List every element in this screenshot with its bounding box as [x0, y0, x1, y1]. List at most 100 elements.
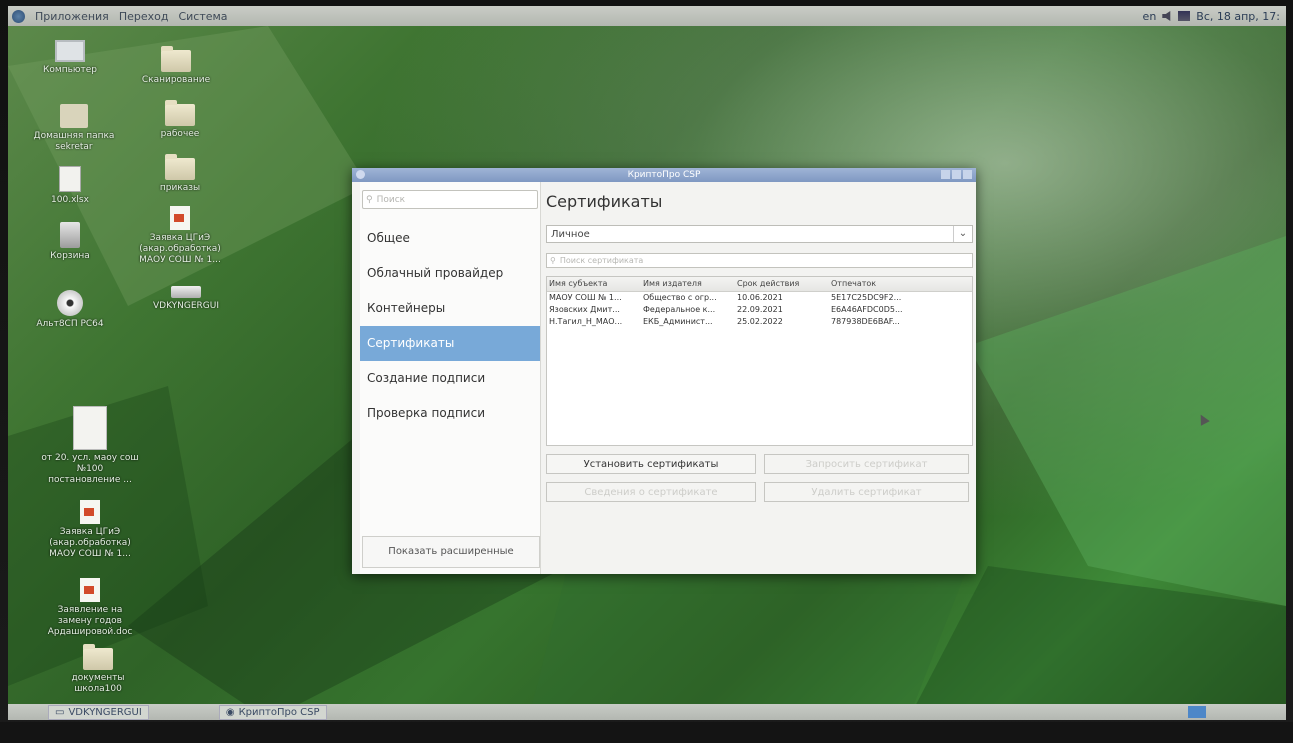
workspace-switcher-icon[interactable]	[1188, 706, 1206, 718]
drive-icon: ▭	[55, 706, 65, 718]
drive-icon	[171, 286, 201, 298]
desktop-icon-label: VDKYNGERGUI	[152, 301, 220, 311]
column-header-issuer[interactable]: Имя издателя	[641, 277, 735, 291]
menu-places[interactable]: Переход	[119, 10, 169, 23]
show-advanced-button[interactable]: Показать расширенные	[362, 536, 540, 568]
sidebar-item-create-signature[interactable]: Создание подписи	[360, 361, 540, 396]
desktop-icon-home[interactable]: Домашняя папка sekretar	[24, 104, 124, 153]
disc-icon	[57, 290, 83, 316]
cell-validity: 10.06.2021	[737, 293, 783, 302]
chevron-down-icon[interactable]: ⌄	[953, 226, 972, 242]
desktop-icon-label: Альт8СП РС64	[36, 319, 104, 329]
document-icon	[80, 578, 100, 602]
cell-thumbprint: 787938DE6BAF...	[831, 317, 900, 326]
cell-thumbprint: E6A46AFDC0D5...	[831, 305, 903, 314]
taskbar-item-label: VDKYNGERGUI	[68, 706, 142, 718]
taskbar: ▭ VDKYNGERGUI ◉ КриптоПро CSP	[8, 704, 1286, 720]
sidebar-search-placeholder: Поиск	[376, 194, 406, 205]
desktop-icon-alt-disc[interactable]: Альт8СП РС64	[20, 290, 120, 330]
document-icon	[73, 406, 107, 450]
column-header-subject[interactable]: Имя субъекта	[547, 277, 641, 291]
desktop-icon-label: документы школа100	[71, 673, 125, 694]
sidebar: ⚲ Поиск Общее Облачный провайдер Контейн…	[360, 182, 541, 574]
table-row[interactable]: Язовских Дмит... Федеральное к... 22.09.…	[547, 304, 972, 316]
monitor-chin	[0, 722, 1293, 743]
desktop-icon-label: Заявка ЦГиЭ (акар.обработка) МАОУ СОШ № …	[49, 527, 131, 559]
desktop-icon-drive[interactable]: VDKYNGERGUI	[136, 286, 236, 312]
desktop-screen: Приложения Переход Система en Вс, 18 апр…	[8, 6, 1286, 720]
sidebar-item-certificates[interactable]: Сертификаты	[360, 326, 540, 361]
desktop-icon-request-2[interactable]: Заявка ЦГиЭ (акар.обработка) МАОУ СОШ № …	[40, 500, 140, 560]
desktop-icon-decree[interactable]: от 20. усл. маоу сош №100 постановление …	[40, 406, 140, 486]
delete-certificate-button[interactable]: Удалить сертификат	[764, 482, 969, 502]
desktop-icon-trash[interactable]: Корзина	[20, 222, 120, 262]
taskbar-item-cryptopro[interactable]: ◉ КриптоПро CSP	[218, 704, 327, 720]
desktop-icon-label: Сканирование	[141, 75, 211, 85]
taskbar-item-drive[interactable]: ▭ VDKYNGERGUI	[48, 704, 149, 720]
cryptopro-window: КриптоПро CSP ⚲ Поиск Общее Облачный про…	[352, 168, 1210, 574]
cell-validity: 22.09.2021	[737, 305, 783, 314]
table-row[interactable]: МАОУ СОШ № 1... Общество с огр... 10.06.…	[547, 292, 972, 304]
sidebar-search-input[interactable]: ⚲ Поиск	[362, 190, 538, 209]
menu-system[interactable]: Система	[178, 10, 227, 23]
view-certificate-button[interactable]: Сведения о сертификате	[546, 482, 756, 502]
desktop-icon-scanning[interactable]: Сканирование	[126, 46, 226, 86]
desktop-icon-label: Корзина	[50, 251, 90, 261]
search-icon: ⚲	[550, 256, 556, 265]
sidebar-item-cloud-provider[interactable]: Облачный провайдер	[360, 256, 540, 291]
desktop-icon-statement[interactable]: Заявление на замену годов Ардашировой.do…	[40, 578, 140, 638]
search-icon: ⚲	[366, 194, 373, 205]
cell-issuer: Общество с огр...	[643, 293, 717, 302]
table-row[interactable]: Н.Тагил_Н_МАО... ЕКБ_Админист... 25.02.2…	[547, 316, 972, 328]
certificates-table: Имя субъекта Имя издателя Срок действия …	[546, 276, 973, 446]
maximize-icon[interactable]	[952, 170, 961, 179]
desktop-icon-orders[interactable]: приказы	[130, 154, 230, 194]
home-folder-icon	[60, 104, 88, 128]
top-menu: Приложения Переход Система	[8, 9, 228, 23]
folder-icon	[165, 154, 195, 180]
window-menu-icon[interactable]	[356, 170, 365, 179]
document-icon	[80, 500, 100, 524]
desktop-icon-label: Компьютер	[43, 65, 97, 75]
window-titlebar[interactable]: КриптоПро CSP	[352, 168, 976, 182]
spreadsheet-icon	[59, 166, 81, 192]
menu-applications[interactable]: Приложения	[35, 10, 109, 23]
table-header: Имя субъекта Имя издателя Срок действия …	[547, 277, 972, 292]
certificates-panel: Сертификаты Личное ⌄ ⚲ Поиск сертификата…	[546, 182, 1210, 574]
cell-thumbprint: 5E17C25DC9F2...	[831, 293, 902, 302]
desktop-icon-label: от 20. усл. маоу сош №100 постановление …	[41, 453, 139, 485]
certificate-store-select[interactable]: Личное ⌄	[546, 225, 973, 243]
system-tray: en Вс, 18 апр, 17:	[1143, 10, 1286, 23]
speaker-icon[interactable]	[1162, 11, 1171, 21]
cell-issuer: Федеральное к...	[643, 305, 716, 314]
taskbar-item-label: КриптоПро CSP	[238, 706, 320, 718]
desktop-icon-computer[interactable]: Компьютер	[20, 40, 120, 76]
keyboard-layout-indicator[interactable]: en	[1143, 10, 1157, 23]
sidebar-item-general[interactable]: Общее	[360, 221, 540, 256]
request-certificate-button[interactable]: Запросить сертификат	[764, 454, 969, 474]
desktop-icon-work[interactable]: рабочее	[130, 100, 230, 140]
cell-subject: Н.Тагил_Н_МАО...	[549, 317, 623, 326]
column-header-thumbprint[interactable]: Отпечаток	[829, 277, 931, 291]
close-icon[interactable]	[963, 170, 972, 179]
desktop-icon-request[interactable]: Заявка ЦГиЭ (акар.обработка) МАОУ СОШ № …	[130, 206, 230, 266]
install-certificates-button[interactable]: Установить сертификаты	[546, 454, 756, 474]
desktop-icon-label: Домашняя папка sekretar	[33, 131, 115, 152]
cell-issuer: ЕКБ_Админист...	[643, 317, 713, 326]
column-header-validity[interactable]: Срок действия	[735, 277, 829, 291]
desktop-icon-xlsx[interactable]: 100.xlsx	[20, 166, 120, 206]
desktop-icon-school-docs[interactable]: документы школа100	[48, 644, 148, 695]
clock[interactable]: Вс, 18 апр, 17:	[1196, 10, 1280, 23]
minimize-icon[interactable]	[941, 170, 950, 179]
distro-logo-icon[interactable]	[12, 9, 25, 23]
certificate-store-value: Личное	[551, 229, 590, 240]
network-icon[interactable]	[1178, 11, 1191, 21]
cell-subject: Язовских Дмит...	[549, 305, 620, 314]
sidebar-item-verify-signature[interactable]: Проверка подписи	[360, 396, 540, 431]
certificate-search-input[interactable]: ⚲ Поиск сертификата	[546, 253, 973, 268]
app-icon: ◉	[225, 706, 235, 718]
window-controls	[941, 170, 972, 179]
desktop-icon-label: рабочее	[160, 129, 200, 139]
sidebar-item-containers[interactable]: Контейнеры	[360, 291, 540, 326]
trash-icon	[60, 222, 80, 248]
